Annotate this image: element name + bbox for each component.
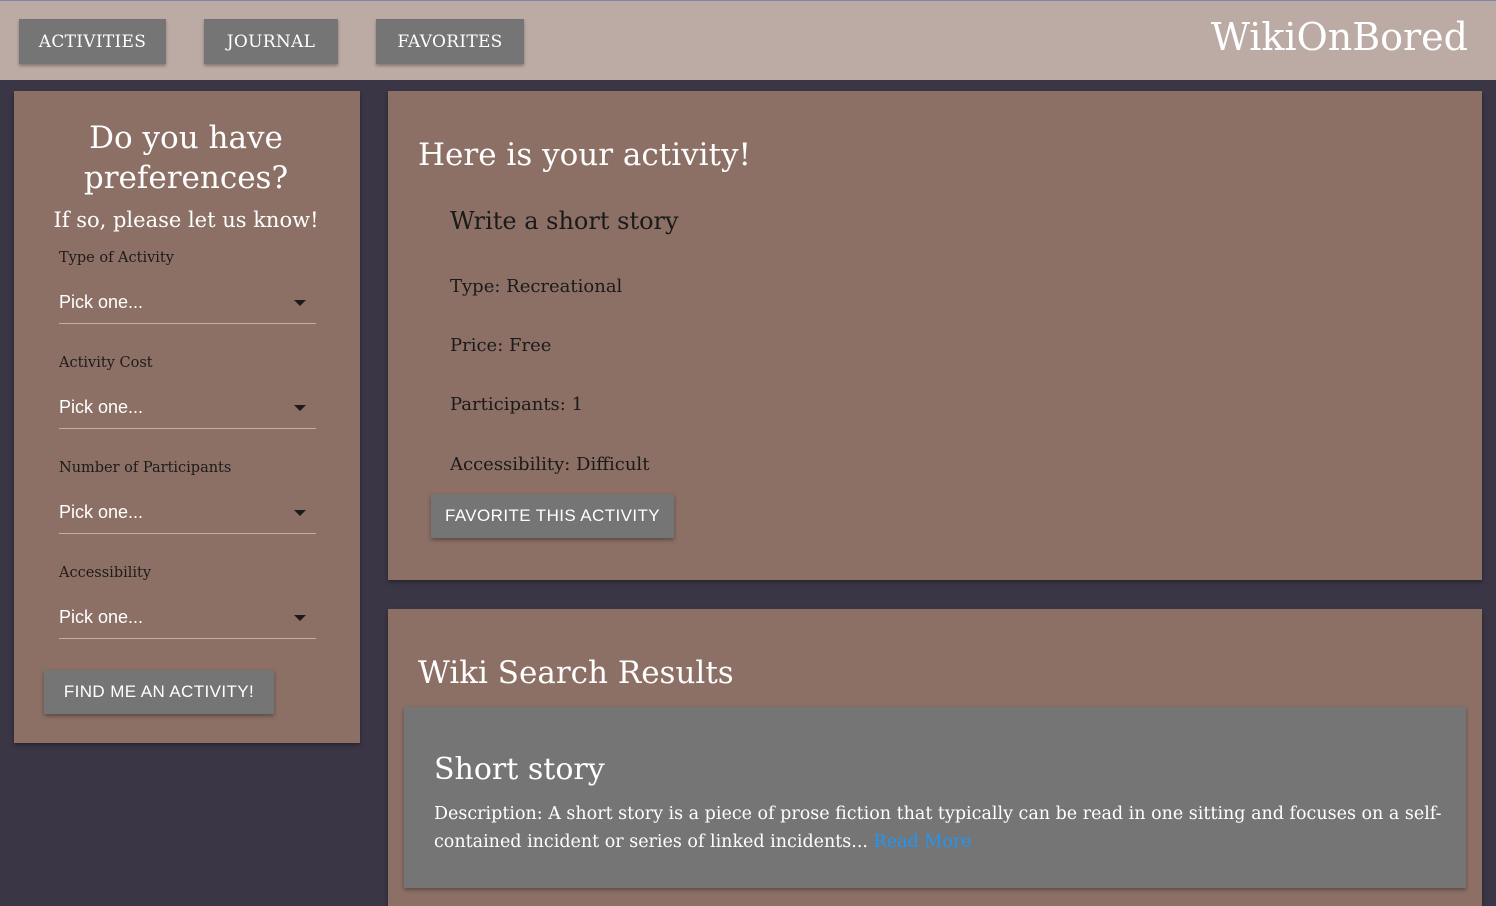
preferences-subtitle: If so, please let us know! <box>53 208 319 232</box>
nav-activities-button[interactable]: ACTIVITIES <box>19 19 166 64</box>
activity-accessibility: Accessibility: Difficult <box>450 454 650 475</box>
read-more-link[interactable]: Read More <box>874 832 972 852</box>
participants-label: Number of Participants <box>59 460 232 476</box>
select-value: Pick one... <box>59 607 144 627</box>
nav-journal-button[interactable]: JOURNAL <box>204 19 338 64</box>
activity-cost-label: Activity Cost <box>59 355 153 371</box>
activity-participants: Participants: 1 <box>450 394 584 415</box>
preferences-title: Do you have preferences? <box>83 120 289 196</box>
caret-down-icon <box>294 300 306 306</box>
wiki-result-description: Description: A short story is a piece of… <box>434 800 1444 856</box>
caret-down-icon <box>294 405 306 411</box>
activity-heading: Here is your activity! <box>418 137 751 173</box>
wiki-result-title: Short story <box>434 752 605 787</box>
wiki-result-card <box>404 707 1466 888</box>
activity-name: Write a short story <box>450 207 679 235</box>
select-value: Pick one... <box>59 397 144 417</box>
find-activity-button[interactable]: FIND ME AN ACTIVITY! <box>44 670 274 714</box>
type-of-activity-select[interactable]: Pick one... <box>59 286 316 324</box>
wiki-heading: Wiki Search Results <box>418 655 734 691</box>
favorite-activity-button[interactable]: FAVORITE THIS ACTIVITY <box>431 494 674 538</box>
activity-price: Price: Free <box>450 335 552 356</box>
activity-type: Type: Recreational <box>450 276 623 297</box>
select-value: Pick one... <box>59 292 144 312</box>
select-value: Pick one... <box>59 502 144 522</box>
accessibility-label: Accessibility <box>59 565 152 581</box>
caret-down-icon <box>294 510 306 516</box>
type-of-activity-label: Type of Activity <box>59 250 174 266</box>
participants-select[interactable]: Pick one... <box>59 496 316 534</box>
nav-favorites-button[interactable]: FAVORITES <box>376 19 524 64</box>
brand-logo[interactable]: WikiOnBored <box>1211 15 1468 59</box>
activity-cost-select[interactable]: Pick one... <box>59 391 316 429</box>
top-nav-bar: ACTIVITIES JOURNAL FAVORITES WikiOnBored <box>0 0 1496 80</box>
caret-down-icon <box>294 615 306 621</box>
accessibility-select[interactable]: Pick one... <box>59 601 316 639</box>
